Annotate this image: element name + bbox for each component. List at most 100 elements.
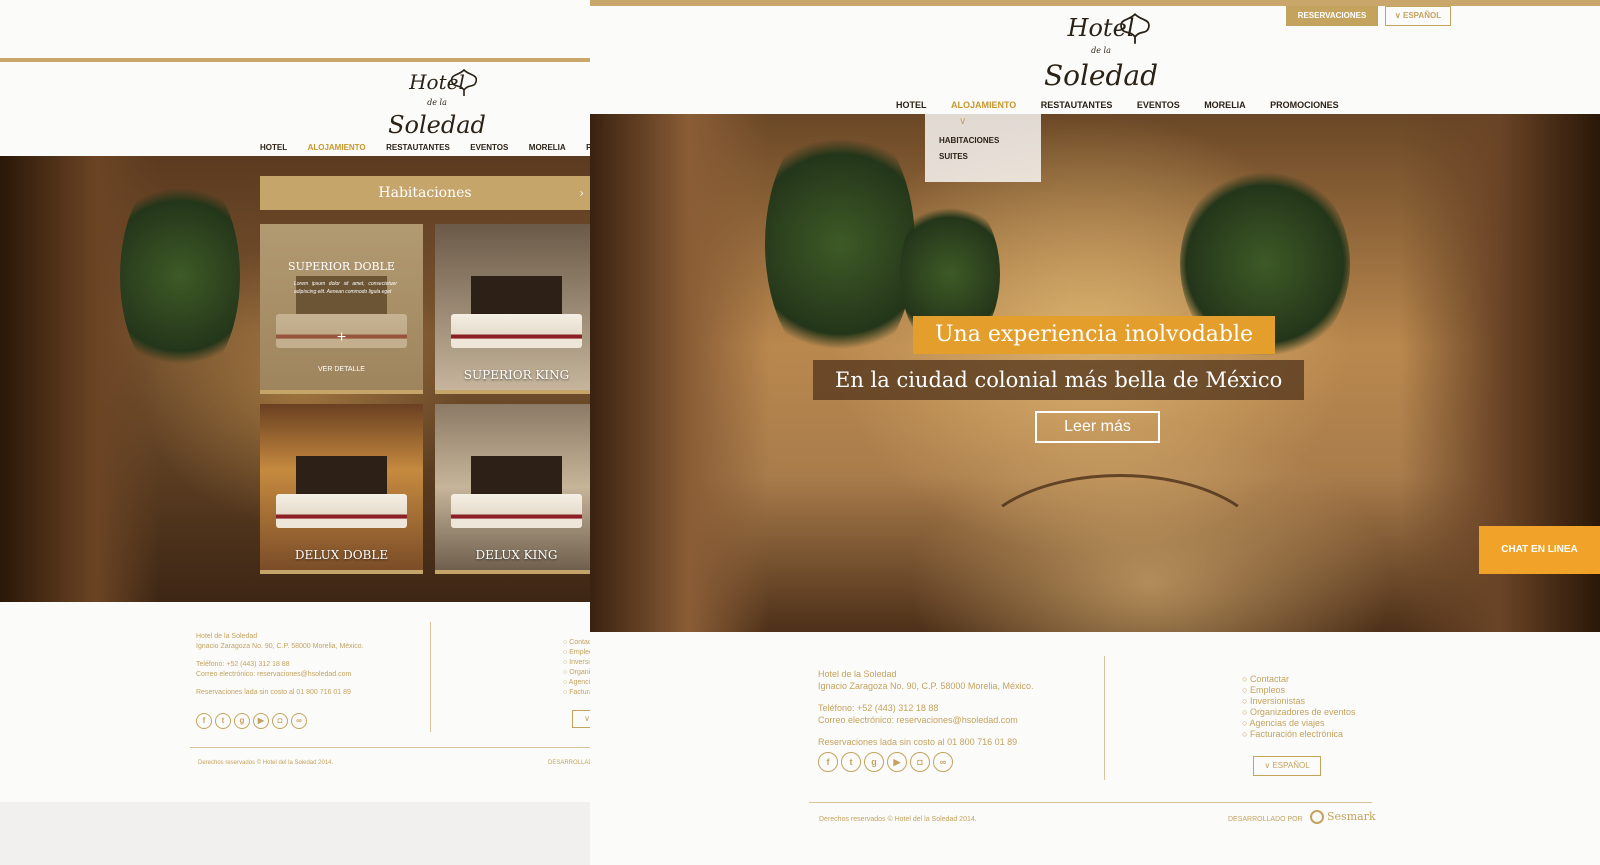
- nav-item-alojamiento[interactable]: ALOJAMIENTO: [308, 143, 366, 152]
- googleplus-icon[interactable]: g: [234, 713, 250, 729]
- main-nav: HOTEL ALOJAMIENTO RESTAUTANTES EVENTOS M…: [896, 95, 1359, 113]
- youtube-icon[interactable]: ▶: [253, 713, 269, 729]
- footer-email[interactable]: Correo electrónico: reservaciones@hsoled…: [196, 670, 364, 680]
- tripadvisor-icon[interactable]: ∞: [291, 713, 307, 729]
- nav-item-morelia[interactable]: MORELIA: [529, 143, 566, 152]
- footer-hotel-name: Hotel de la Soledad: [818, 669, 897, 679]
- footer-divider: [1104, 656, 1105, 780]
- facebook-icon[interactable]: f: [818, 752, 838, 772]
- room-card-description: Lorem ipsum dolor sit amet, consectetuer…: [294, 281, 397, 295]
- nav-item-morelia[interactable]: MORELIA: [1204, 100, 1246, 110]
- fleur-ornament-icon: [1120, 12, 1150, 44]
- plant: [120, 166, 240, 386]
- room-headboard: [470, 276, 563, 318]
- floor-pattern: [970, 474, 1270, 634]
- dropdown-item-suites[interactable]: SUITES: [939, 152, 1041, 161]
- footer-email[interactable]: Correo electrónico: reservaciones@hsoled…: [818, 714, 1033, 726]
- nav-item-restautantes[interactable]: RESTAUTANTES: [386, 143, 450, 152]
- footer-tollfree: Reservaciones lada sin costo al 01 800 7…: [196, 689, 351, 696]
- rooms-panel-header[interactable]: Habitaciones ›: [260, 176, 590, 210]
- dropdown-item-habitaciones[interactable]: HABITACIONES: [939, 136, 1041, 145]
- language-label: ESPAÑOL: [1403, 11, 1442, 20]
- room-bed: [451, 314, 582, 348]
- nav-item-alojamiento[interactable]: ALOJAMIENTO: [951, 100, 1016, 110]
- googleplus-icon[interactable]: g: [864, 752, 884, 772]
- room-card-detail-link[interactable]: VER DETALLE: [260, 366, 423, 373]
- language-label: ESPAÑOL: [1272, 761, 1310, 770]
- nav-item-eventos[interactable]: EVENTOS: [1137, 100, 1180, 110]
- hero-subtitle: En la ciudad colonial más bella de Méxic…: [813, 360, 1305, 400]
- logo-line2: de la: [427, 98, 447, 107]
- footer-link-agencias[interactable]: Agencias de viajes: [1242, 718, 1356, 729]
- hotel-logo[interactable]: Hotel de la Soledad: [382, 68, 492, 139]
- instagram-icon[interactable]: ◘: [910, 752, 930, 772]
- language-select-top[interactable]: ∨ ESPAÑOL: [1385, 6, 1451, 26]
- twitter-icon[interactable]: t: [841, 752, 861, 772]
- chevron-down-icon: ∨: [1394, 11, 1403, 20]
- footer-link[interactable]: Organizadores de eventos: [563, 668, 590, 678]
- footer-link[interactable]: Facturación electrónica: [563, 688, 590, 698]
- footer-link[interactable]: Inversionistas: [563, 658, 590, 668]
- sesmark-icon: [1310, 810, 1324, 824]
- room-card-delux-doble[interactable]: DELUX DOBLE: [260, 404, 423, 574]
- nav-item-promociones[interactable]: PROMOCIONES: [1270, 100, 1339, 110]
- social-icons: f t g ▶ ◘ ∞: [818, 752, 956, 772]
- room-card-title: SUPERIOR KING: [463, 368, 570, 382]
- developed-by-label: DESARROLLADO POR: [548, 760, 590, 766]
- footer-tollfree: Reservaciones lada sin costo al 01 800 7…: [818, 737, 1018, 747]
- room-card-superior-king[interactable]: SUPERIOR KING: [435, 224, 590, 394]
- chevron-down-icon: ∨: [959, 116, 967, 127]
- room-bed: [276, 494, 407, 528]
- main-nav: HOTEL ALOJAMIENTO RESTAUTANTES EVENTOS M…: [260, 137, 590, 155]
- footer: Hotel de la Soledad Ignacio Zaragoza No.…: [0, 602, 590, 802]
- footer-link-inversionistas[interactable]: Inversionistas: [1242, 696, 1356, 707]
- developer-logo[interactable]: Sesmark: [1310, 810, 1376, 824]
- footer-rule: [190, 747, 590, 748]
- room-card-title: SUPERIOR DOBLE: [288, 260, 395, 273]
- language-select[interactable]: ∨: [572, 710, 590, 728]
- room-card-title: DELUX KING: [475, 548, 558, 562]
- fleur-ornament-icon: [450, 68, 478, 96]
- plus-icon[interactable]: +: [260, 329, 423, 347]
- hero-tagline: Una experiencia inolvodable: [913, 316, 1276, 354]
- footer-phone: Teléfono: +52 (443) 312 18 88: [196, 661, 290, 668]
- language-select[interactable]: ∨ ESPAÑOL: [1253, 756, 1321, 776]
- read-more-button[interactable]: Leer más: [1035, 411, 1160, 443]
- hotel-logo[interactable]: Hotel de la Soledad: [1038, 12, 1164, 92]
- footer-address: Ignacio Zaragoza No. 90, C.P. 58000 More…: [196, 643, 364, 650]
- chat-button[interactable]: CHAT EN LINEA: [1479, 526, 1600, 574]
- stage: Hotel de la Soledad HOTEL ALOJAMIENTO RE…: [0, 0, 1600, 865]
- youtube-icon[interactable]: ▶: [887, 752, 907, 772]
- room-card-superior-doble[interactable]: SUPERIOR DOBLE Lorem ipsum dolor sit ame…: [260, 224, 423, 394]
- room-bed: [451, 494, 582, 528]
- footer-divider: [430, 622, 431, 732]
- footer-links: Contactar Empleos Inversionistas Organiz…: [1242, 674, 1356, 740]
- copyright: Derechos reservados © Hotel del la Soled…: [819, 816, 977, 823]
- footer-link[interactable]: Contactar: [563, 638, 590, 648]
- nav-item-eventos[interactable]: EVENTOS: [470, 143, 508, 152]
- chevron-right-icon[interactable]: ›: [579, 176, 584, 210]
- copyright: Derechos reservados © Hotel del la Soled…: [198, 760, 334, 766]
- nav-item-hotel[interactable]: HOTEL: [260, 143, 287, 152]
- footer-link-contactar[interactable]: Contactar: [1242, 674, 1356, 685]
- footer-contact-info: Hotel de la Soledad Ignacio Zaragoza No.…: [818, 668, 1033, 748]
- nav-item-hotel[interactable]: HOTEL: [896, 100, 927, 110]
- top-accent-line: [0, 58, 590, 62]
- footer-rule: [809, 802, 1372, 803]
- developed-by-label: DESARROLLADO POR: [1228, 816, 1303, 823]
- footer-link-facturacion[interactable]: Facturación electrónica: [1242, 729, 1356, 740]
- footer-link[interactable]: Empleos: [563, 648, 590, 658]
- footer-link-organizadores[interactable]: Organizadores de eventos: [1242, 707, 1356, 718]
- footer-link-empleos[interactable]: Empleos: [1242, 685, 1356, 696]
- instagram-icon[interactable]: ◘: [272, 713, 288, 729]
- logo-line2: de la: [1091, 46, 1111, 55]
- tripadvisor-icon[interactable]: ∞: [933, 752, 953, 772]
- plant: [765, 114, 915, 374]
- twitter-icon[interactable]: t: [215, 713, 231, 729]
- footer-link[interactable]: Agencias de viajes: [563, 678, 590, 688]
- room-card-delux-king[interactable]: DELUX KING: [435, 404, 590, 574]
- nav-item-restautantes[interactable]: RESTAUTANTES: [1041, 100, 1113, 110]
- reservaciones-button[interactable]: RESERVACIONES: [1286, 6, 1378, 26]
- facebook-icon[interactable]: f: [196, 713, 212, 729]
- footer: Hotel de la Soledad Ignacio Zaragoza No.…: [590, 632, 1600, 865]
